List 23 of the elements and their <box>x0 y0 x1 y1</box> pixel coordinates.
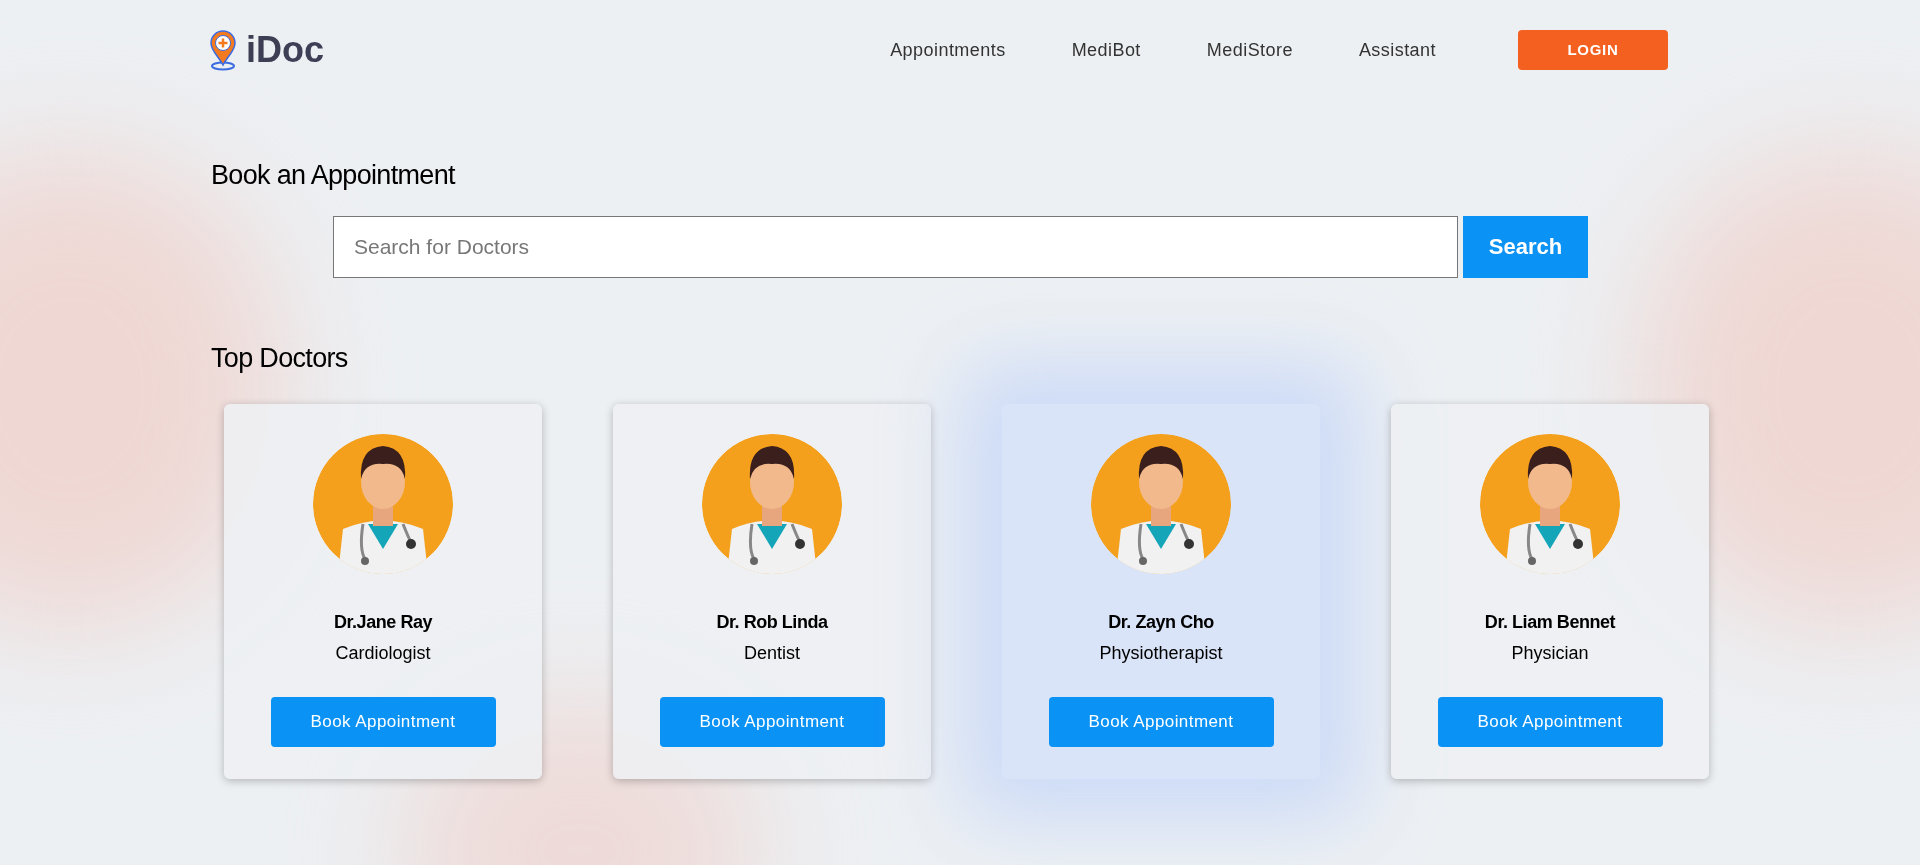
doctor-name: Dr.Jane Ray <box>333 611 433 634</box>
doctor-specialty: Cardiologist <box>335 642 431 665</box>
doctor-name: Dr. Liam Bennet <box>1484 611 1616 634</box>
doctor-specialty: Physician <box>1511 642 1589 665</box>
doctor-name: Dr. Rob Linda <box>716 611 828 634</box>
book-appointment-button[interactable]: Book Appointment <box>1437 697 1663 747</box>
book-appointment-button[interactable]: Book Appointment <box>659 697 885 747</box>
logo-text: iDoc <box>246 28 324 72</box>
doctor-specialty: Dentist <box>744 642 800 665</box>
doctor-name: Dr. Zayn Cho <box>1108 611 1214 634</box>
book-appointment-button[interactable]: Book Appointment <box>270 697 496 747</box>
search-button[interactable]: Search <box>1463 215 1588 278</box>
nav-link[interactable]: Assistant <box>1358 36 1436 64</box>
login-button[interactable]: LOGIN <box>1518 30 1668 70</box>
search-field[interactable]: Search for Doctors <box>333 215 1458 278</box>
nav-link[interactable]: MediBot <box>1071 36 1141 64</box>
section-heading: Top Doctors <box>211 341 349 375</box>
map-pin-plus-icon <box>208 29 238 71</box>
nav-link[interactable]: Appointments <box>890 36 1006 64</box>
nav-link[interactable]: MediStore <box>1206 36 1293 64</box>
book-appointment-button[interactable]: Book Appointment <box>1048 697 1274 747</box>
section-heading: Book an Appointment <box>211 159 457 192</box>
doctor-specialty: Physiotherapist <box>1099 642 1223 665</box>
